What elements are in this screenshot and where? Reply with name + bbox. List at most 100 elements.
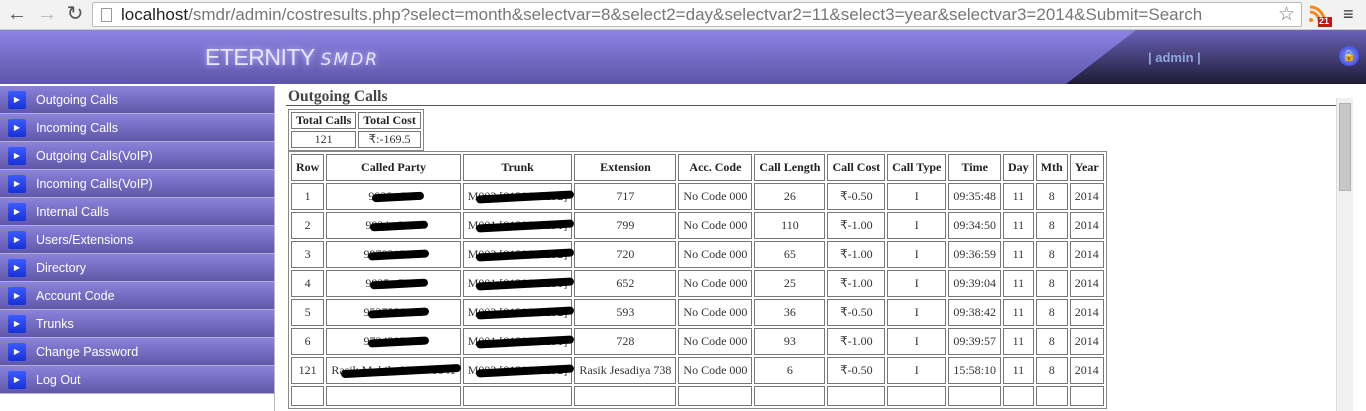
- reload-icon[interactable]: ↻: [64, 4, 86, 24]
- sidebar-item-account-code[interactable]: ▶ Account Code: [0, 282, 274, 310]
- redacted-value: M001 [8120680291]: [467, 276, 568, 290]
- sidebar-item-directory[interactable]: ▶ Directory: [0, 254, 274, 282]
- table-cell: 2014: [1069, 357, 1104, 384]
- table-cell: 2014: [1069, 299, 1104, 326]
- table-cell: No Code 000: [678, 183, 753, 210]
- table-cell: 09:36:59: [948, 241, 1002, 268]
- table-cell: I: [887, 328, 947, 355]
- sidebar-item-incoming-calls[interactable]: ▶ Incoming Calls: [0, 114, 274, 142]
- column-header: Row: [291, 154, 325, 181]
- table-cell: I: [887, 183, 947, 210]
- sidebar-item-outgoing-calls-voip[interactable]: ▶ Outgoing Calls(VoIP): [0, 142, 274, 170]
- sidebar-item-label: Directory: [36, 260, 87, 275]
- table-row: 6 9724302156 M001 [8120680291] 728 No Code 0…: [291, 328, 1104, 355]
- table-cell: 8: [1035, 357, 1068, 384]
- sidebar-item-label: Incoming Calls: [36, 120, 118, 135]
- table-cell: 93: [754, 328, 826, 355]
- bookmark-star-icon[interactable]: ☆: [1278, 3, 1295, 26]
- redacted-value: 9978213457: [363, 247, 424, 261]
- table-cell: 09:38:42: [948, 299, 1002, 326]
- table-cell: 09:39:04: [948, 270, 1002, 297]
- scrollbar-thumb[interactable]: [1339, 103, 1351, 191]
- forward-icon[interactable]: →: [36, 4, 58, 24]
- table-cell: 1: [291, 183, 325, 210]
- sidebar-item-users-extensions[interactable]: ▶ Users/Extensions: [0, 226, 274, 254]
- app-header: ETERNITY SMDR | admin | 🔒: [0, 30, 1366, 84]
- table-cell: ₹-0.50: [827, 299, 886, 326]
- header-accent: [1066, 30, 1366, 84]
- table-cell: 9828••368: [326, 183, 461, 210]
- table-cell: 3: [291, 241, 325, 268]
- main-content: Outgoing Calls Total Calls Total Cost 121…: [286, 88, 1336, 409]
- page-icon: [101, 8, 112, 22]
- play-arrow-icon: ▶: [8, 286, 26, 305]
- table-row: 5 9537558385 M002 [8120680292] 593 No Code 0…: [291, 299, 1104, 326]
- page-title: Outgoing Calls: [286, 88, 1336, 106]
- scrollbar[interactable]: [1336, 98, 1353, 411]
- table-cell: 2014: [1069, 270, 1104, 297]
- play-arrow-icon: ▶: [8, 118, 26, 137]
- table-cell: 09:35:48: [948, 183, 1002, 210]
- table-cell: 9724302156: [326, 328, 461, 355]
- sidebar-item-outgoing-calls[interactable]: ▶ Outgoing Calls: [0, 86, 274, 114]
- sidebar-item-trunks[interactable]: ▶ Trunks: [0, 310, 274, 338]
- table-cell: 8: [1035, 299, 1068, 326]
- table-cell: M001 [8120680291]: [462, 328, 573, 355]
- table-cell: M002 [8120680292]: [462, 183, 573, 210]
- table-cell: I: [887, 212, 947, 239]
- user-link[interactable]: | admin |: [1148, 50, 1201, 65]
- sidebar-item-label: Account Code: [36, 288, 115, 303]
- menu-icon[interactable]: ≡: [1343, 4, 1354, 25]
- sidebar-item-log-out[interactable]: ▶ Log Out: [0, 366, 274, 394]
- table-cell: 8: [1035, 241, 1068, 268]
- table-cell: I: [887, 299, 947, 326]
- column-header: Call Cost: [827, 154, 886, 181]
- column-header: Year: [1069, 154, 1104, 181]
- column-header: Time: [948, 154, 1002, 181]
- redacted-value: 9824••2136: [365, 218, 422, 232]
- back-icon[interactable]: ←: [6, 4, 28, 24]
- address-bar[interactable]: localhost/smdr/admin/costresults.php?sel…: [92, 2, 1302, 27]
- sidebar-item-label: Outgoing Calls: [36, 92, 118, 107]
- sidebar-item-incoming-calls-voip[interactable]: ▶ Incoming Calls(VoIP): [0, 170, 274, 198]
- table-cell: 8: [1035, 328, 1068, 355]
- sidebar-item-internal-calls[interactable]: ▶ Internal Calls: [0, 198, 274, 226]
- table-cell: 4: [291, 270, 325, 297]
- table-cell: I: [887, 241, 947, 268]
- table-cell: 6: [754, 357, 826, 384]
- play-arrow-icon: ▶: [8, 370, 26, 389]
- column-header: Extension: [574, 154, 677, 181]
- rss-badge: 21: [1319, 16, 1330, 26]
- table-cell: No Code 000: [678, 270, 753, 297]
- sidebar-item-label: Log Out: [36, 372, 81, 387]
- redacted-value: 9825••7030: [365, 276, 422, 290]
- table-cell: 11: [1003, 270, 1034, 297]
- play-arrow-icon: ▶: [8, 342, 26, 361]
- table-cell: 9825••7030: [326, 270, 461, 297]
- column-header: Trunk: [462, 154, 573, 181]
- table-cell: 11: [1003, 241, 1034, 268]
- table-cell: 26: [754, 183, 826, 210]
- table-row: 121 Rasik Mobile 9879••0041 M002 [81206802…: [291, 357, 1104, 384]
- table-cell: M002 [8120680292]: [462, 357, 573, 384]
- lock-icon[interactable]: 🔒: [1339, 46, 1359, 66]
- column-header: Mth: [1035, 154, 1068, 181]
- table-cell: 717: [574, 183, 677, 210]
- table-cell: 11: [1003, 183, 1034, 210]
- sidebar-item-change-password[interactable]: ▶ Change Password: [0, 338, 274, 366]
- total-calls-header: Total Calls: [291, 112, 357, 129]
- sidebar-item-label: Trunks: [36, 316, 74, 331]
- table-cell: 110: [754, 212, 826, 239]
- total-cost-value: ₹:-169.5: [358, 131, 421, 148]
- play-arrow-icon: ▶: [8, 230, 26, 249]
- table-cell: 8: [1035, 183, 1068, 210]
- play-arrow-icon: ▶: [8, 258, 26, 277]
- redacted-value: Rasik Mobile 9879••0041: [331, 363, 456, 377]
- table-cell: 652: [574, 270, 677, 297]
- table-cell: 2014: [1069, 241, 1104, 268]
- rss-icon[interactable]: 21: [1307, 3, 1333, 27]
- table-cell: 9537558385: [326, 299, 461, 326]
- table-cell: 11: [1003, 328, 1034, 355]
- table-cell: ₹-1.00: [827, 212, 886, 239]
- table-cell: 8: [1035, 212, 1068, 239]
